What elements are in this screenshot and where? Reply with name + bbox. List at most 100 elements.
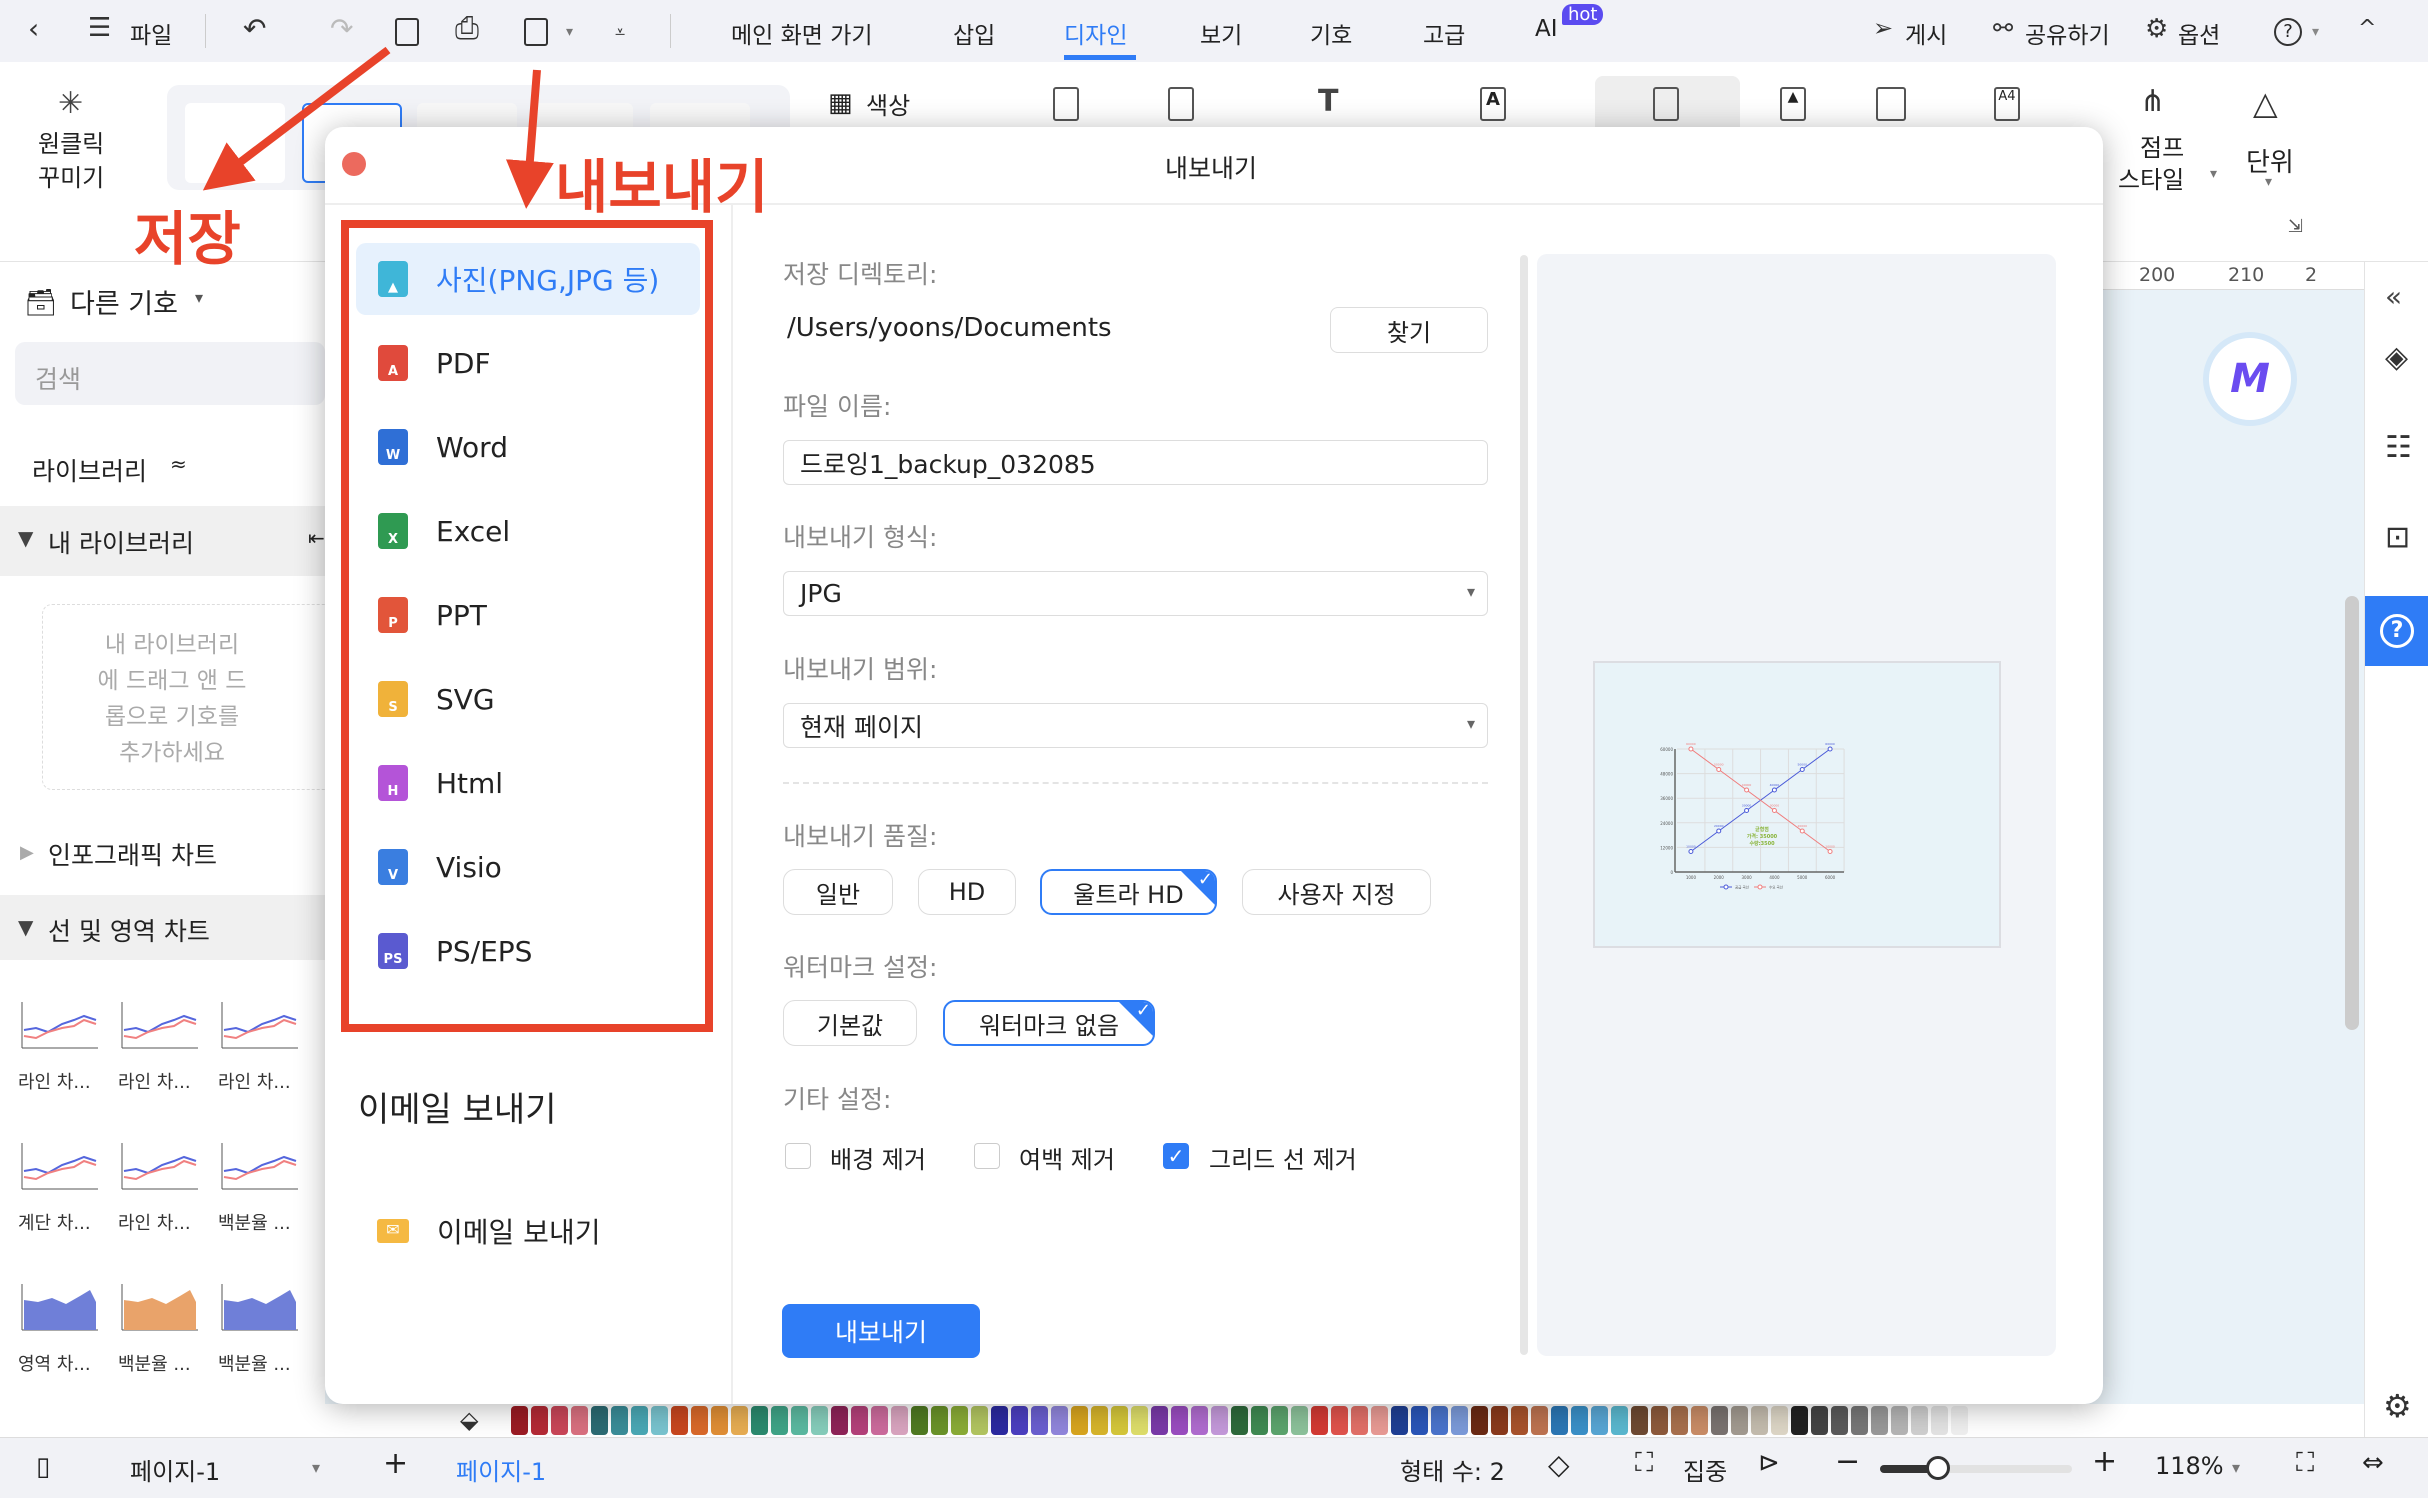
color-dropdown[interactable]: 색상 bbox=[866, 86, 910, 121]
color-swatch[interactable] bbox=[1711, 1406, 1728, 1435]
zoom-level[interactable]: 118% bbox=[2155, 1452, 2224, 1480]
color-swatch[interactable] bbox=[871, 1406, 888, 1435]
page-resize-icon[interactable] bbox=[1653, 87, 1679, 121]
print-icon[interactable]: ⎙ bbox=[455, 14, 479, 44]
list-icon[interactable]: ☷ bbox=[2385, 430, 2412, 465]
color-swatch[interactable] bbox=[1171, 1406, 1188, 1435]
color-swatch[interactable] bbox=[1531, 1406, 1548, 1435]
chart-thumbnail[interactable]: 백분율 ... bbox=[218, 1139, 300, 1235]
jump-style-label[interactable]: 점프 bbox=[2140, 128, 2184, 163]
color-swatch[interactable] bbox=[1071, 1406, 1088, 1435]
chart-thumbnail[interactable]: 라인 차... bbox=[18, 998, 100, 1094]
help-button[interactable]: ? bbox=[2365, 596, 2428, 666]
color-swatch[interactable] bbox=[1811, 1406, 1828, 1435]
color-swatch[interactable] bbox=[751, 1406, 768, 1435]
color-swatch[interactable] bbox=[1251, 1406, 1268, 1435]
color-swatch[interactable] bbox=[851, 1406, 868, 1435]
color-swatch[interactable] bbox=[971, 1406, 988, 1435]
color-swatch[interactable] bbox=[791, 1406, 808, 1435]
color-swatch[interactable] bbox=[831, 1406, 848, 1435]
play-icon[interactable]: ⊳ bbox=[1758, 1448, 1780, 1478]
tab-advanced[interactable]: 고급 bbox=[1423, 16, 1465, 50]
color-swatch[interactable] bbox=[1351, 1406, 1368, 1435]
share-icon[interactable]: ⚯ bbox=[1993, 16, 2013, 40]
email-send-item[interactable]: ✉ 이메일 보내기 bbox=[377, 1211, 600, 1251]
focus-icon[interactable]: ⛶ bbox=[1635, 1448, 1653, 1479]
save-icon[interactable] bbox=[395, 18, 419, 46]
undo-icon[interactable]: ↶ bbox=[243, 15, 266, 43]
caret-right-icon[interactable]: ▶ bbox=[20, 842, 34, 863]
tab-main[interactable]: 메인 화면 가기 bbox=[731, 16, 873, 50]
page-orientation-icon[interactable] bbox=[1876, 87, 1906, 121]
color-swatch[interactable] bbox=[1611, 1406, 1628, 1435]
page-size-icon[interactable]: A4 bbox=[1994, 87, 2020, 121]
fill-bucket-icon[interactable]: ⬙ bbox=[460, 1406, 478, 1434]
color-swatch[interactable] bbox=[531, 1406, 548, 1435]
color-swatch[interactable] bbox=[1111, 1406, 1128, 1435]
page-font-icon[interactable]: A bbox=[1480, 87, 1506, 121]
color-swatch[interactable] bbox=[1571, 1406, 1588, 1435]
fit-width-icon[interactable]: ⇔ bbox=[2362, 1448, 2384, 1478]
style-option[interactable] bbox=[185, 103, 285, 183]
chart-thumbnail[interactable]: 백분율 ... bbox=[118, 1280, 200, 1376]
help-icon[interactable]: ? bbox=[2274, 18, 2302, 46]
color-swatch[interactable] bbox=[1911, 1406, 1928, 1435]
fill-icon[interactable]: ◈ bbox=[2385, 340, 2408, 375]
watermark-default[interactable]: 기본값 bbox=[783, 1000, 917, 1046]
color-swatch[interactable] bbox=[1431, 1406, 1448, 1435]
zoom-out-icon[interactable]: − bbox=[1835, 1444, 1860, 1479]
jump-style-icon[interactable]: ⋔ bbox=[2140, 84, 2165, 119]
close-button[interactable] bbox=[342, 152, 366, 176]
gear-icon[interactable]: ⚙ bbox=[2145, 16, 2168, 42]
quality-ultra-hd[interactable]: 울트라 HD ✓ bbox=[1040, 869, 1217, 915]
color-swatch[interactable] bbox=[591, 1406, 608, 1435]
color-swatch[interactable] bbox=[891, 1406, 908, 1435]
color-swatch[interactable] bbox=[1451, 1406, 1468, 1435]
color-swatch[interactable] bbox=[1131, 1406, 1148, 1435]
color-swatch[interactable] bbox=[951, 1406, 968, 1435]
back-icon[interactable]: ‹ bbox=[28, 15, 39, 43]
redo-icon[interactable]: ↷ bbox=[330, 15, 353, 43]
color-swatch[interactable] bbox=[1211, 1406, 1228, 1435]
page-triangle-icon[interactable]: ▲ bbox=[1780, 87, 1806, 121]
infographic-chart-category[interactable]: 인포그래픽 차트 bbox=[48, 836, 217, 872]
remove-grid-label[interactable]: 그리드 선 제거 bbox=[1209, 1140, 1357, 1175]
color-swatch[interactable] bbox=[631, 1406, 648, 1435]
remove-background-checkbox[interactable] bbox=[785, 1143, 811, 1169]
color-swatch[interactable] bbox=[1091, 1406, 1108, 1435]
line-area-chart-category[interactable]: ▼ 선 및 영역 차트 bbox=[0, 895, 325, 960]
chart-thumbnail[interactable]: 백분율 ... bbox=[218, 1280, 300, 1376]
zoom-slider[interactable] bbox=[1880, 1456, 2072, 1480]
color-swatch[interactable] bbox=[1391, 1406, 1408, 1435]
export-button[interactable]: 내보내기 bbox=[782, 1304, 980, 1358]
search-input[interactable]: 검색 bbox=[15, 342, 325, 405]
chart-thumbnail[interactable]: 계단 차... bbox=[18, 1139, 100, 1235]
color-swatch[interactable] bbox=[551, 1406, 568, 1435]
page-select[interactable]: 페이지-1 bbox=[130, 1452, 220, 1487]
hamburger-menu-icon[interactable]: ☰ bbox=[88, 15, 111, 41]
settings-icon[interactable]: ⚙ bbox=[2383, 1387, 2412, 1425]
color-swatch[interactable] bbox=[931, 1406, 948, 1435]
collapse-icon[interactable]: ≈ bbox=[170, 452, 187, 476]
chevron-down-icon[interactable]: ▾ bbox=[566, 24, 573, 40]
file-menu[interactable]: 파일 bbox=[130, 16, 172, 50]
options-button[interactable]: 옵션 bbox=[2178, 16, 2220, 50]
page-icon[interactable] bbox=[1168, 87, 1194, 121]
color-swatch[interactable] bbox=[811, 1406, 828, 1435]
color-swatch[interactable] bbox=[1751, 1406, 1768, 1435]
tab-design[interactable]: 디자인 bbox=[1064, 16, 1127, 50]
ai-assistant-button[interactable]: M bbox=[2203, 332, 2297, 426]
page-tab[interactable]: 페이지-1 bbox=[456, 1452, 546, 1487]
color-swatch[interactable] bbox=[1371, 1406, 1388, 1435]
remove-margin-checkbox[interactable] bbox=[974, 1143, 1000, 1169]
page-icon[interactable] bbox=[1053, 87, 1079, 121]
color-swatch[interactable] bbox=[1671, 1406, 1688, 1435]
color-swatch[interactable] bbox=[1331, 1406, 1348, 1435]
chart-thumbnail[interactable]: 영역 차... bbox=[18, 1280, 100, 1376]
import-icon[interactable]: ⇤ bbox=[308, 526, 325, 550]
browse-button[interactable]: 찾기 bbox=[1330, 307, 1488, 353]
text-format-icon[interactable]: T bbox=[1318, 84, 1338, 119]
color-swatch[interactable] bbox=[1011, 1406, 1028, 1435]
color-swatch[interactable] bbox=[671, 1406, 688, 1435]
color-swatch[interactable] bbox=[1831, 1406, 1848, 1435]
